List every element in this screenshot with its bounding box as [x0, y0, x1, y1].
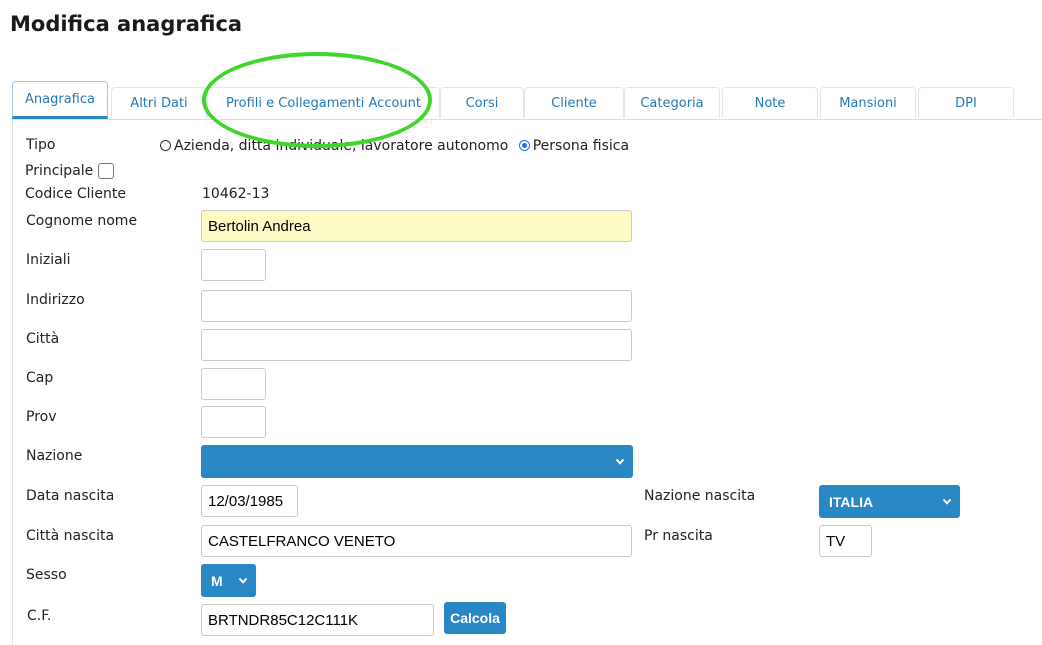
indirizzo-label: Indirizzo	[26, 292, 85, 308]
chevron-down-icon	[238, 577, 248, 584]
citta-label: Città	[26, 331, 60, 347]
radio-azienda[interactable]	[160, 140, 171, 151]
principale-checkbox[interactable]	[98, 163, 114, 179]
codice-cliente-label: Codice Cliente	[25, 186, 127, 202]
nazione-nascita-value: ITALIA	[829, 493, 874, 510]
citta-nascita-label: Città nascita	[26, 528, 115, 544]
nazione-select[interactable]	[201, 445, 633, 478]
cognome-nome-label: Cognome nome	[26, 213, 138, 229]
pr-nascita-input[interactable]: TV	[819, 525, 872, 557]
tab-mansioni[interactable]: Mansioni	[820, 87, 916, 118]
nazione-label: Nazione	[26, 448, 83, 464]
form-area	[12, 119, 1042, 645]
indirizzo-input[interactable]	[201, 290, 632, 322]
prov-label: Prov	[26, 409, 57, 425]
sesso-select[interactable]: M	[201, 564, 256, 597]
tipo-label: Tipo	[26, 137, 56, 153]
data-nascita-input[interactable]: 12/03/1985	[201, 485, 298, 517]
citta-nascita-input[interactable]: CASTELFRANCO VENETO	[201, 525, 632, 557]
cap-input[interactable]	[201, 368, 266, 400]
radio-azienda-label: Azienda, ditta individuale, lavoratore a…	[174, 138, 509, 154]
calcola-button[interactable]: Calcola	[444, 602, 506, 634]
citta-input[interactable]	[201, 329, 632, 361]
tab-anagrafica[interactable]: Anagrafica	[12, 81, 108, 119]
radio-persona-fisica-label: Persona fisica	[532, 138, 630, 154]
chevron-down-icon	[615, 458, 625, 465]
sesso-value: M	[211, 572, 223, 589]
tab-categoria[interactable]: Categoria	[624, 87, 720, 118]
pr-nascita-label: Pr nascita	[644, 528, 713, 544]
data-nascita-label: Data nascita	[26, 488, 115, 504]
nazione-nascita-label: Nazione nascita	[644, 488, 756, 504]
tab-profili-collegamenti[interactable]: Profili e Collegamenti Account	[207, 87, 440, 118]
tab-bar: Anagrafica Altri Dati Profili e Collegam…	[12, 81, 1042, 120]
tab-altri-dati[interactable]: Altri Dati	[111, 87, 207, 118]
page-title: Modifica anagrafica	[10, 12, 243, 36]
chevron-down-icon	[942, 498, 952, 505]
codice-cliente-value: 10462-13	[202, 186, 270, 202]
prov-input[interactable]	[201, 406, 266, 438]
cf-input[interactable]: BRTNDR85C12C111K	[201, 604, 434, 636]
tab-note[interactable]: Note	[722, 87, 818, 118]
iniziali-input[interactable]	[201, 249, 266, 281]
sesso-label: Sesso	[26, 567, 67, 583]
cf-label: C.F.	[27, 608, 52, 624]
nazione-nascita-select[interactable]: ITALIA	[819, 485, 960, 518]
cap-label: Cap	[26, 370, 54, 386]
principale-label: Principale	[25, 163, 94, 179]
radio-persona-fisica[interactable]	[518, 140, 530, 151]
tab-corsi[interactable]: Corsi	[440, 87, 524, 118]
cognome-nome-input[interactable]: Bertolin Andrea	[201, 210, 632, 242]
tab-cliente[interactable]: Cliente	[524, 87, 624, 118]
tab-dpi[interactable]: DPI	[918, 87, 1014, 118]
tipo-radio-group: Azienda, ditta individuale, lavoratore a…	[160, 138, 629, 154]
iniziali-label: Iniziali	[26, 252, 71, 268]
